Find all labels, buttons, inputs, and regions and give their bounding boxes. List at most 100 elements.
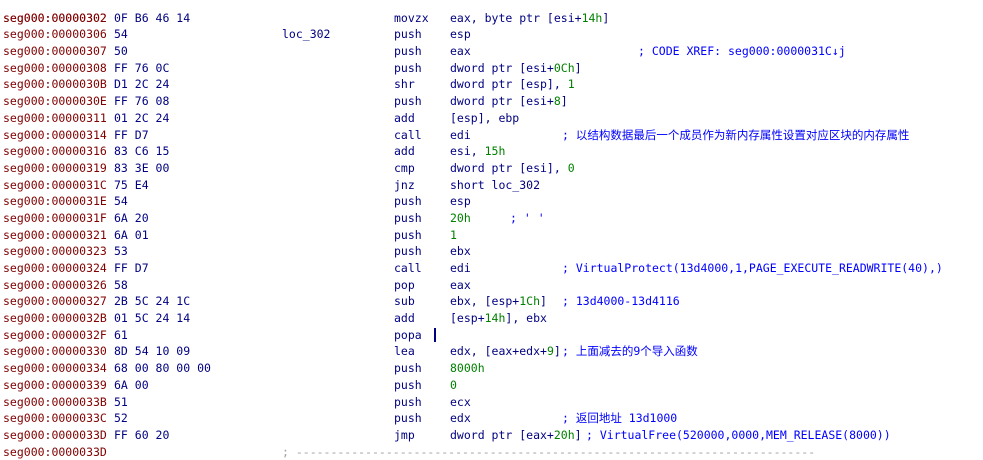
instruction-mnemonic[interactable]: lea [394, 343, 415, 360]
instruction-mnemonic[interactable]: add [394, 310, 415, 327]
instruction-mnemonic[interactable]: push [394, 360, 422, 377]
instruction-operands[interactable]: eax, byte ptr [esi+14h] [450, 10, 609, 27]
line-address: seg000:00000306 [3, 27, 107, 42]
instruction-mnemonic[interactable]: sub [394, 293, 415, 310]
instruction-operands[interactable]: dword ptr [esi+0Ch] [450, 60, 582, 77]
operand-number: 1Ch [519, 294, 541, 309]
asm-line[interactable]: seg000:00000327 2B 5C 24 1C sub ebx, [esp+1… [0, 293, 983, 310]
instruction-operands[interactable]: edi [450, 127, 471, 144]
instruction-mnemonic[interactable]: movzx [394, 10, 429, 27]
instruction-mnemonic[interactable]: call [394, 127, 422, 144]
instruction-operands[interactable]: edx [450, 410, 471, 427]
asm-line[interactable]: seg000:00000306 54 push esp [0, 26, 983, 43]
asm-line[interactable]: seg000:00000323 53 push ebx [0, 243, 983, 260]
opcode-bytes: FF 76 0C [114, 60, 170, 75]
instruction-mnemonic[interactable]: push [394, 43, 422, 60]
asm-line[interactable]: seg000:0000030B D1 2C 24 shr dword ptr [esp… [0, 76, 983, 93]
opcode-bytes: 83 C6 15 [114, 144, 170, 159]
asm-line[interactable]: seg000:00000339 6A 00 push 0 [0, 377, 983, 394]
line-address: seg000:00000316 [3, 144, 107, 159]
asm-line[interactable]: seg000:0000033D ; -----------------------… [0, 444, 983, 460]
instruction-mnemonic[interactable]: cmp [394, 160, 415, 177]
instruction-operands[interactable]: 1 [450, 227, 457, 244]
asm-line[interactable]: seg000:00000324 FF D7 call edi ; VirtualProt… [0, 260, 983, 277]
instruction-mnemonic[interactable]: push [394, 377, 422, 394]
instruction-operands[interactable]: ebx [450, 243, 471, 260]
asm-line[interactable]: seg000:0000031E 54 push esp [0, 193, 983, 210]
asm-line[interactable]: seg000:00000321 6A 01 push 1 [0, 227, 983, 244]
asm-line[interactable]: seg000:0000031C 75 E4 jnz short loc_302 [0, 177, 983, 194]
instruction-operands[interactable]: [esp], ebp [450, 110, 519, 127]
instruction-mnemonic[interactable]: jnz [394, 177, 415, 194]
instruction-mnemonic[interactable]: push [394, 193, 422, 210]
asm-line[interactable]: seg000:00000302 0F B6 46 14 movzx eax, byte… [0, 10, 983, 27]
instruction-operands[interactable]: esp [450, 26, 471, 43]
instruction-operands[interactable]: edi [450, 260, 471, 277]
instruction-operands[interactable]: [esp+14h], ebx [450, 310, 547, 327]
instruction-operands[interactable]: ecx [450, 394, 471, 411]
asm-line-header[interactable]: seg000:00000302 loc_302 ; CODE XREF: seg… [0, 0, 983, 58]
opcode-bytes: 58 [114, 277, 128, 292]
asm-line[interactable]: seg000:0000030E FF 76 08 push dword ptr [es… [0, 93, 983, 110]
operand-text: [esp], ebp [450, 110, 520, 125]
operand-text: edi [450, 261, 471, 275]
opcode-bytes: 01 5C 24 14 [114, 311, 191, 326]
instruction-mnemonic[interactable]: add [394, 143, 415, 160]
asm-line[interactable]: seg000:00000330 8D 54 10 09 lea edx, [eax+e… [0, 343, 983, 360]
line-address: seg000:0000031C [3, 177, 107, 192]
instruction-mnemonic[interactable]: push [394, 60, 422, 77]
instruction-operands[interactable]: esp [450, 193, 471, 210]
instruction-mnemonic[interactable]: pop [394, 277, 415, 294]
asm-line[interactable]: seg000:0000031F 6A 20 push 20h ; ' ' [0, 210, 983, 227]
separator-line: ; --------------------------------------… [282, 444, 816, 459]
opcode-bytes: 8D 54 10 09 [114, 344, 191, 359]
instruction-mnemonic[interactable]: push [394, 227, 422, 244]
instruction-mnemonic[interactable]: shr [394, 76, 415, 93]
line-address: seg000:00000308 [3, 60, 107, 75]
instruction-operands[interactable]: 0 [450, 377, 457, 394]
asm-line[interactable]: seg000:00000307 50 push eax [0, 43, 983, 60]
asm-listing[interactable]: seg000:00000302 loc_302 ; CODE XREF: seg… [0, 0, 983, 460]
asm-line[interactable]: seg000:00000334 68 00 80 00 00 push 8000h [0, 360, 983, 377]
asm-line[interactable]: seg000:00000308 FF 76 0C push dword ptr [es… [0, 60, 983, 77]
instruction-mnemonic[interactable]: popa [394, 327, 422, 344]
asm-line[interactable]: seg000:0000033C 52 push edx ; 返回地址 13d1000 [0, 410, 983, 427]
operand-text: dword ptr [esi], [450, 160, 568, 175]
instruction-mnemonic[interactable]: push [394, 26, 422, 43]
instruction-mnemonic[interactable]: push [394, 410, 422, 427]
instruction-mnemonic[interactable]: jmp [394, 427, 415, 444]
opcode-bytes: 68 00 80 00 00 [114, 361, 211, 376]
instruction-mnemonic[interactable]: push [394, 243, 422, 260]
opcode-bytes: 0F B6 46 14 [114, 10, 191, 25]
disassembly-view[interactable]: { "listing": { "rows": [ {"addr": "seg00… [0, 0, 983, 459]
instruction-operands[interactable]: dword ptr [esi+8] [450, 93, 568, 110]
operand-number: 0Ch [553, 60, 575, 75]
asm-line[interactable]: seg000:0000032F 61 popa [0, 327, 983, 344]
asm-line[interactable]: seg000:00000311 01 2C 24 add [esp], ebp [0, 110, 983, 127]
line-address: seg000:0000030B [3, 77, 107, 92]
asm-line[interactable]: seg000:0000033B 51 push ecx [0, 394, 983, 411]
instruction-mnemonic[interactable]: add [394, 110, 415, 127]
instruction-operands[interactable]: short loc_302 [450, 177, 540, 194]
line-address: seg000:00000339 [3, 377, 107, 392]
instruction-operands[interactable]: dword ptr [esp], 1 [450, 76, 575, 93]
instruction-operands[interactable]: eax [450, 277, 471, 294]
asm-line[interactable]: seg000:00000314 FF D7 call edi ; 以结构数据最后一个成员… [0, 127, 983, 144]
instruction-operands[interactable]: dword ptr [eax+20h] [450, 427, 582, 444]
asm-line[interactable]: seg000:00000326 58 pop eax [0, 277, 983, 294]
asm-line[interactable]: seg000:00000319 83 3E 00 cmp dword ptr [esi… [0, 160, 983, 177]
instruction-operands[interactable]: ebx, [esp+1Ch] [450, 293, 547, 310]
asm-line[interactable]: seg000:00000316 83 C6 15 add esi, 15h [0, 143, 983, 160]
asm-line[interactable]: seg000:0000033D FF 60 20 jmp dword ptr [eax… [0, 427, 983, 444]
instruction-mnemonic[interactable]: push [394, 394, 422, 411]
instruction-operands[interactable]: 8000h [450, 360, 485, 377]
instruction-operands[interactable]: edx, [eax+edx+9] [450, 343, 561, 360]
instruction-operands[interactable]: esi, 15h [450, 143, 505, 160]
instruction-operands[interactable]: 20h [450, 210, 471, 227]
instruction-mnemonic[interactable]: call [394, 260, 422, 277]
instruction-operands[interactable]: eax [450, 43, 471, 60]
instruction-mnemonic[interactable]: push [394, 93, 422, 110]
instruction-mnemonic[interactable]: push [394, 210, 422, 227]
instruction-operands[interactable]: dword ptr [esi], 0 [450, 160, 575, 177]
asm-line[interactable]: seg000:0000032B 01 5C 24 14 add [esp+14h], … [0, 310, 983, 327]
